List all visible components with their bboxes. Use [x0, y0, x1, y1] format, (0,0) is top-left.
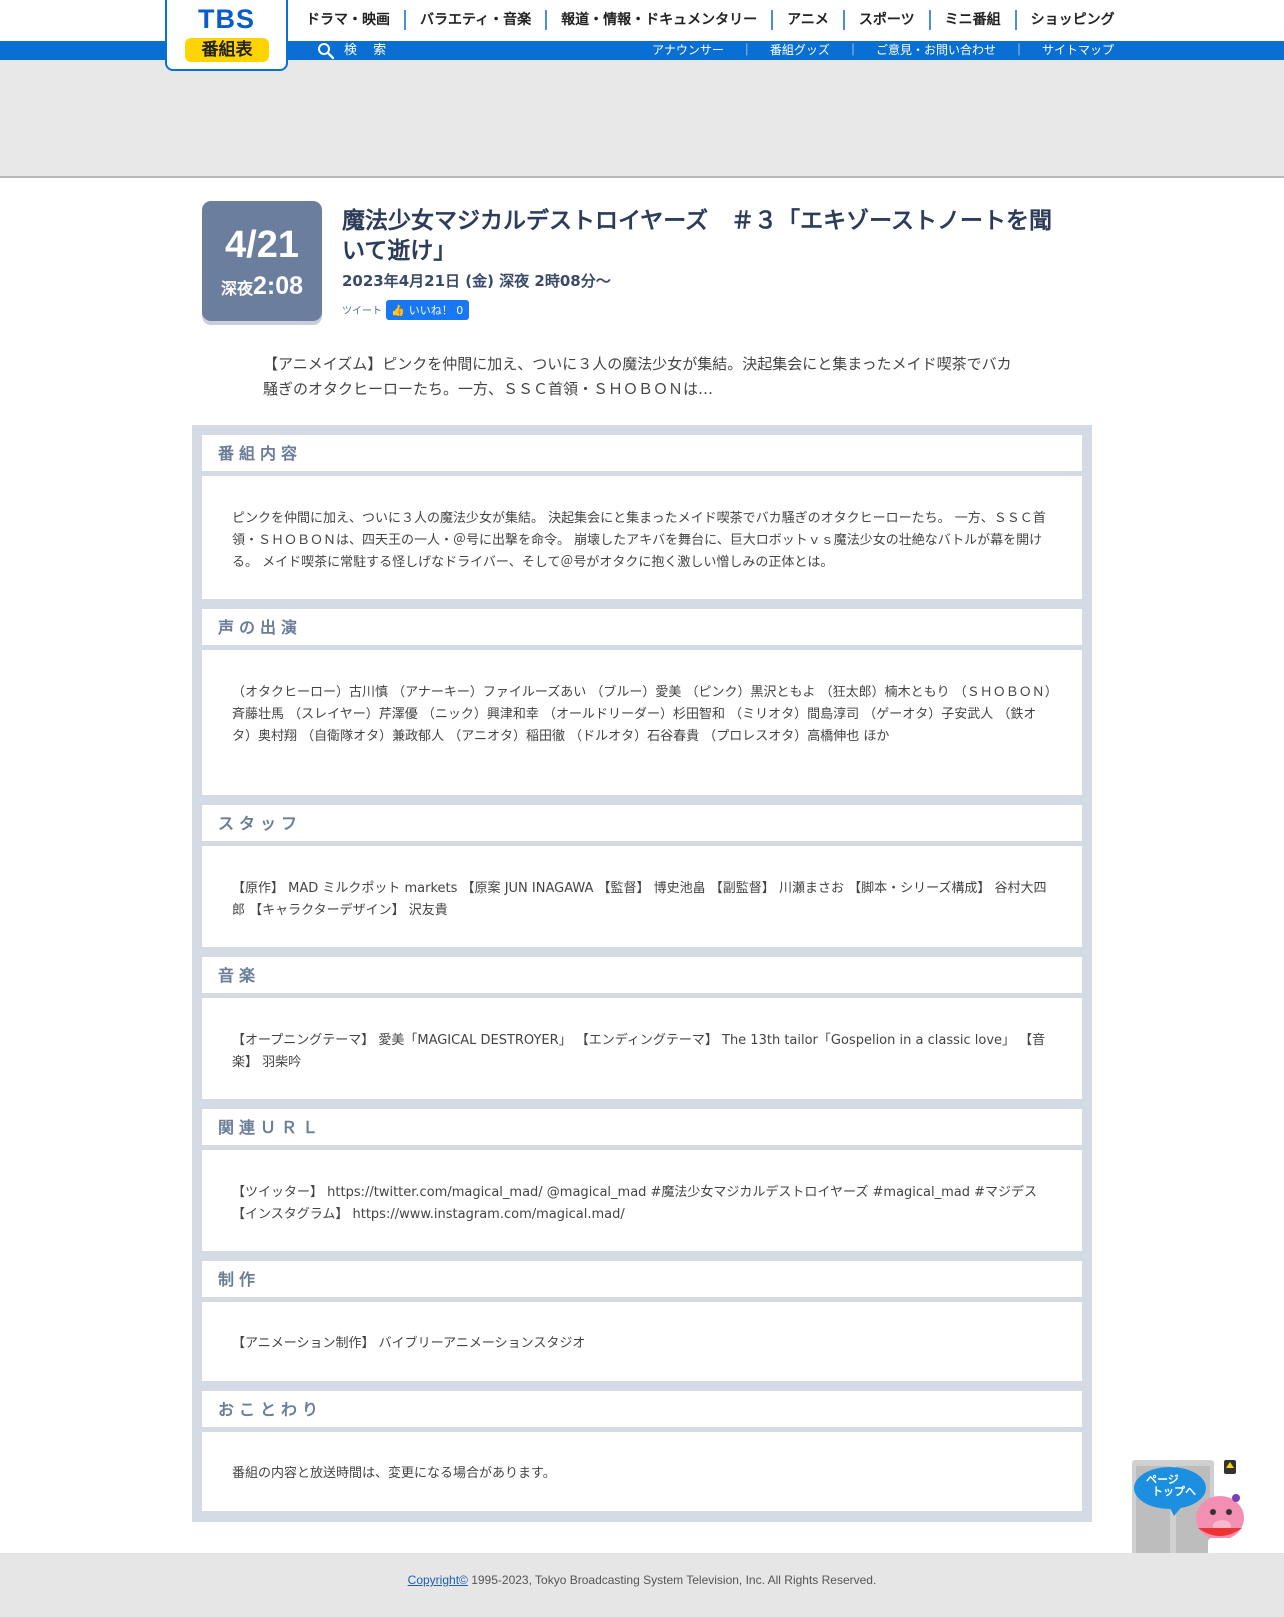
- search-button[interactable]: 検 索: [317, 41, 392, 60]
- section-body: 番組の内容と放送時間は、変更になる場合があります。: [202, 1432, 1082, 1511]
- subnav-divider: ｜: [1012, 43, 1025, 57]
- nav-item-variety[interactable]: バラエティ・音楽: [420, 10, 531, 30]
- section-body: 【ツイッター】 https://twitter.com/magical_mad/…: [202, 1150, 1082, 1251]
- section-staff: スタッフ 【原作】 MAD ミルクポット markets 【原案 JUN INA…: [202, 805, 1082, 947]
- section-body: （オタクヒーロー）古川慎 （アナーキー）ファイルーズあい （ブルー）愛美 （ピン…: [202, 650, 1082, 795]
- section-music: 音楽 【オープニングテーマ】 愛美「MAGICAL DESTROYER」 【エン…: [202, 957, 1082, 1099]
- nav-divider: [545, 10, 548, 30]
- logo-label: 番組表: [185, 38, 269, 62]
- page-top-button[interactable]: ページ トップへ: [1132, 1460, 1248, 1560]
- tweet-link[interactable]: ツイート: [342, 306, 382, 320]
- page-top-label: ページ トップへ: [1146, 1474, 1196, 1498]
- section-body: 【アニメーション制作】 バイブリーアニメーションスタジオ: [202, 1302, 1082, 1381]
- subnav-contact[interactable]: ご意見・お問い合わせ: [876, 41, 996, 60]
- section-title: おことわり: [218, 1400, 324, 1419]
- thumbs-up-icon: 👍: [391, 303, 405, 317]
- nav-item-mini[interactable]: ミニ番組: [945, 10, 1001, 30]
- broadcast-time: 深夜2:08: [202, 271, 322, 304]
- nav-divider: [771, 10, 774, 30]
- share-buttons: ツイート 👍 いいね！ 0: [342, 300, 470, 320]
- section-text: 【アニメーション制作】 バイブリーアニメーションスタジオ: [232, 1336, 586, 1351]
- program-detail-panel: 番組内容 ピンクを仲間に加え、ついに３人の魔法少女が集結。 決起集会にと集まった…: [192, 425, 1092, 1522]
- search-label: 検 索: [344, 43, 393, 58]
- section-header: おことわり: [202, 1391, 1082, 1429]
- section-notice: おことわり 番組の内容と放送時間は、変更になる場合があります。: [202, 1391, 1082, 1511]
- nav-item-drama[interactable]: ドラマ・映画: [306, 10, 390, 30]
- section-text: 【原作】 MAD ミルクポット markets 【原案 JUN INAGAWA …: [232, 881, 1047, 918]
- program-lead: 【アニメイズム】ピンクを仲間に加え、ついに３人の魔法少女が集結。決起集会にと集ま…: [263, 355, 1012, 398]
- section-text: ピンクを仲間に加え、ついに３人の魔法少女が集結。 決起集会にと集まったメイド喫茶…: [232, 511, 1046, 570]
- facebook-like-button[interactable]: 👍 いいね！ 0: [386, 300, 470, 320]
- nav-divider: [842, 10, 845, 30]
- nav-divider: [928, 10, 931, 30]
- section-title: スタッフ: [218, 814, 303, 833]
- section-header: 声の出演: [202, 609, 1082, 647]
- section-text: 【ツイッター】 https://twitter.com/magical_mad/…: [232, 1185, 1038, 1222]
- subnav-sitemap[interactable]: サイトマップ: [1042, 41, 1114, 60]
- broadcast-time-prefix: 深夜: [220, 279, 253, 298]
- subnav-announcer[interactable]: アナウンサー: [652, 41, 724, 60]
- program-title: 魔法少女マジカルデストロイヤーズ ＃３「エキゾーストノートを聞いて逝け」: [342, 208, 1053, 264]
- section-header: 関連ＵＲＬ: [202, 1109, 1082, 1147]
- broadcast-day: 4/21: [225, 224, 299, 266]
- subnav-divider: ｜: [740, 43, 753, 57]
- section-title: 番組内容: [218, 444, 303, 463]
- section-body: 【オープニングテーマ】 愛美「MAGICAL DESTROYER」 【エンディン…: [202, 998, 1082, 1099]
- ad-banner-area: [0, 60, 1284, 178]
- copyright-link[interactable]: Copyright©: [408, 1573, 468, 1587]
- footer: Copyright© 1995-2023, Tokyo Broadcasting…: [0, 1553, 1284, 1617]
- section-header: スタッフ: [202, 805, 1082, 843]
- section-production: 制作 【アニメーション制作】 バイブリーアニメーションスタジオ: [202, 1261, 1082, 1381]
- section-header: 音楽: [202, 957, 1082, 995]
- nav-item-sports[interactable]: スポーツ: [859, 10, 915, 30]
- section-text: 番組の内容と放送時間は、変更になる場合があります。: [232, 1466, 556, 1481]
- tbs-logo[interactable]: TBS 番組表: [165, 0, 288, 71]
- subnav-divider: ｜: [846, 43, 859, 57]
- broadcast-date-badge: 4/21 深夜2:08: [202, 201, 322, 321]
- sub-nav: アナウンサー ｜ 番組グッズ ｜ ご意見・お問い合わせ ｜ サイトマップ: [652, 41, 1114, 60]
- nav-item-anime[interactable]: アニメ: [787, 10, 829, 30]
- air-datetime: 2023年4月21日 (金) 深夜 2時08分〜: [342, 272, 611, 290]
- section-text: 【オープニングテーマ】 愛美「MAGICAL DESTROYER」 【エンディン…: [232, 1033, 1046, 1070]
- nav-divider: [1014, 10, 1017, 30]
- section-text: （オタクヒーロー）古川慎 （アナーキー）ファイルーズあい （ブルー）愛美 （ピン…: [232, 685, 1052, 744]
- section-title: 制作: [218, 1270, 261, 1289]
- nav-item-shopping[interactable]: ショッピング: [1031, 10, 1115, 30]
- section-related-url: 関連ＵＲＬ 【ツイッター】 https://twitter.com/magica…: [202, 1109, 1082, 1251]
- broadcast-time-clock: 2:08: [252, 272, 304, 300]
- page-top-label-line2: トップへ: [1152, 1485, 1196, 1498]
- section-header: 制作: [202, 1261, 1082, 1299]
- section-title: 関連ＵＲＬ: [218, 1118, 324, 1137]
- section-header: 番組内容: [202, 435, 1082, 473]
- like-label: いいね！ 0: [408, 304, 464, 317]
- section-body: 【原作】 MAD ミルクポット markets 【原案 JUN INAGAWA …: [202, 846, 1082, 947]
- subnav-goods[interactable]: 番組グッズ: [770, 41, 830, 60]
- section-body: ピンクを仲間に加え、ついに３人の魔法少女が集結。 決起集会にと集まったメイド喫茶…: [202, 476, 1082, 599]
- section-program-content: 番組内容 ピンクを仲間に加え、ついに３人の魔法少女が集結。 決起集会にと集まった…: [202, 435, 1082, 599]
- logo-text: TBS: [198, 4, 255, 34]
- nav-item-news[interactable]: 報道・情報・ドキュメンタリー: [561, 10, 757, 30]
- section-title: 音楽: [218, 966, 261, 985]
- section-title: 声の出演: [218, 618, 303, 637]
- main-nav: ドラマ・映画 バラエティ・音楽 報道・情報・ドキュメンタリー アニメ スポーツ …: [306, 10, 1115, 30]
- section-voice-cast: 声の出演 （オタクヒーロー）古川慎 （アナーキー）ファイルーズあい （ブルー）愛…: [202, 609, 1082, 795]
- search-icon: [317, 42, 335, 60]
- copyright-text: 1995-2023, Tokyo Broadcasting System Tel…: [467, 1573, 877, 1587]
- nav-divider: [404, 10, 406, 30]
